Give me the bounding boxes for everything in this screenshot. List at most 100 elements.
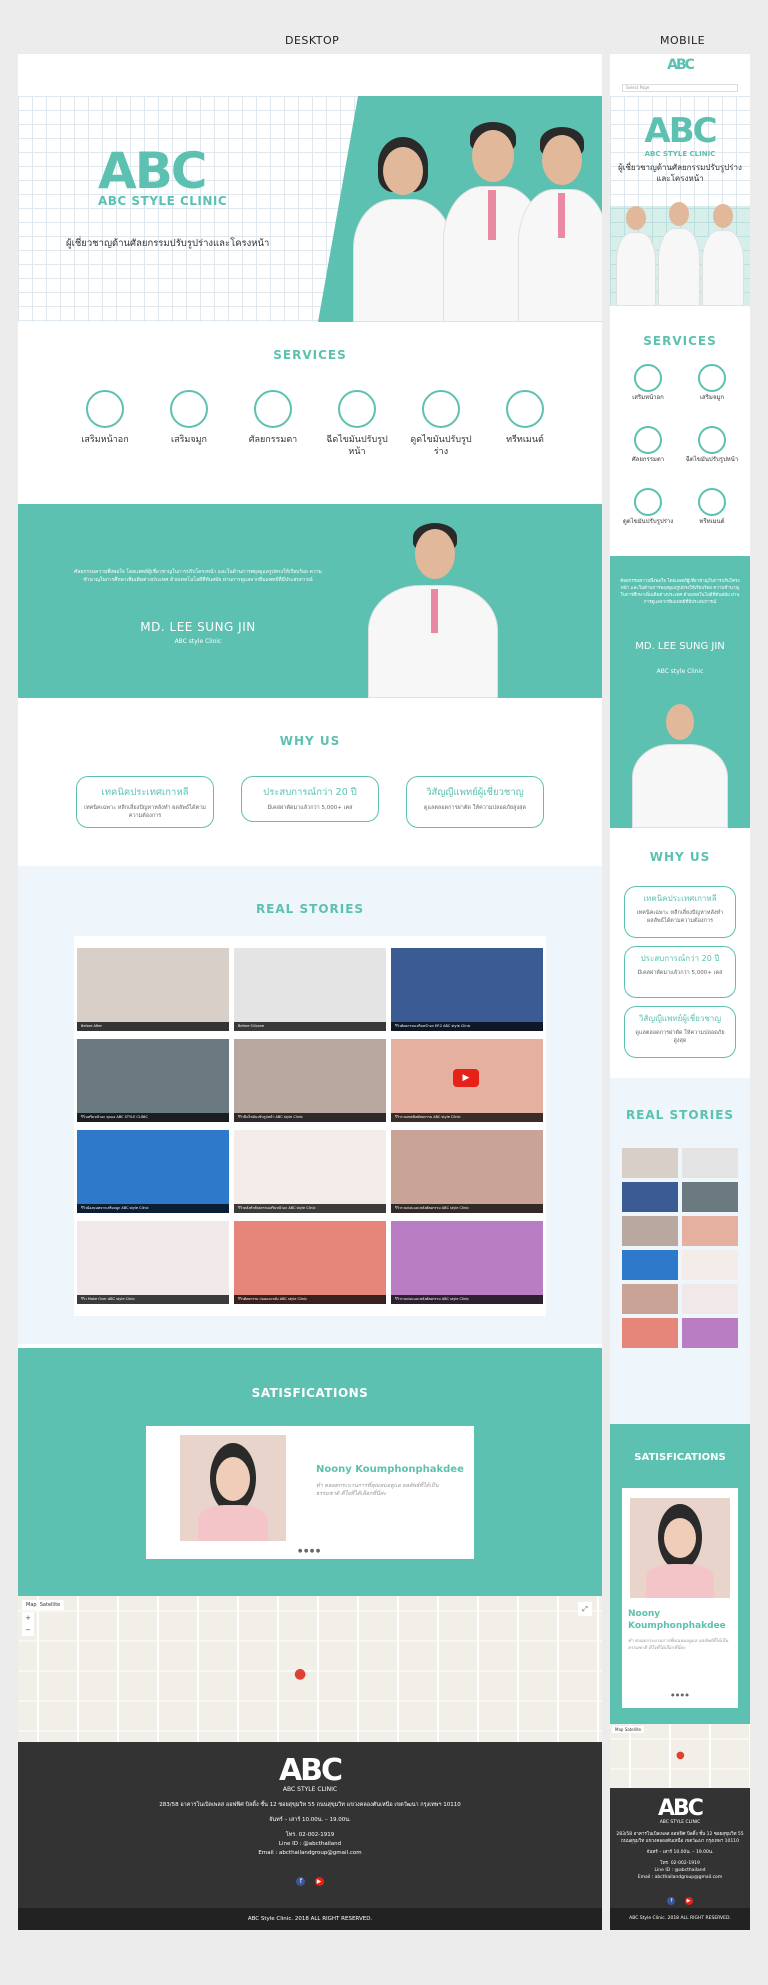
map-tabs[interactable]: Map Satellite [612,1726,645,1733]
testimonial-name: Noony Koumphonphakdee [316,1464,464,1475]
mobile-services-title: SERVICES [643,334,717,348]
footer-address: 283/58 อาคารโนเบิลเพลส ออฟฟิศ บิลดิ้ง ชั… [159,1802,461,1808]
story-video[interactable]: รีวิวศัลยกรรม ก่อนและหลัง ABC style Clin… [234,1221,386,1304]
hero-tagline: ผู้เชี่ยวชาญด้านศัลยกรรมปรับรูปร่างและโค… [66,238,270,249]
story-video[interactable] [622,1318,678,1348]
service-item-treatment[interactable]: ทรีทเมนต์ [684,488,740,526]
why-item-experience: ประสบการณ์กว่า 20 ปี มีเคสผ่าตัดมาแล้วกว… [241,776,379,822]
story-video[interactable]: รีวิวน้องนนทจากเสริมจมูก ABC style Clini… [77,1130,229,1213]
mobile-header-logo: ABC [667,57,695,73]
mobile-map-embed[interactable]: Map Satellite ● [610,1724,750,1788]
copyright: ABC Style Clinic. 2018 ALL RIGHT RESERVE… [18,1908,602,1930]
story-video[interactable] [682,1182,738,1212]
map-tabs[interactable]: Map Satellite [22,1600,65,1610]
story-video[interactable]: Before After [77,948,229,1031]
story-video[interactable] [682,1250,738,1280]
doctor-section: ศัลยกรรมความพึงพอใจ โดยแพทย์ผู้เชี่ยวชาญ… [18,504,602,698]
service-item-treatment[interactable]: ทรีทเมนต์ [490,390,560,470]
eye-icon [634,426,662,454]
breast-icon [634,364,662,392]
story-video[interactable]: รีวิวฉีดไขมันปรับรูปหน้า ABC style Clini… [234,1039,386,1122]
story-video[interactable] [682,1284,738,1314]
service-item-breast[interactable]: เสริมหน้าอก [70,390,140,470]
mobile-doctor-section: ศัลยกรรมความพึงพอใจ โดยแพทย์ผู้เชี่ยวชาญ… [610,556,750,828]
story-video[interactable]: รีวิว Make Over ABC style Clinic [77,1221,229,1304]
body-icon [422,390,460,428]
doctor-photo-woman [616,206,656,306]
services-title: SERVICES [273,348,347,362]
eye-icon [254,390,292,428]
nose-icon [698,364,726,392]
story-video[interactable]: รีวิวศัลยกรรมเสริมหน้าอก EP.2 ABC style … [391,948,543,1031]
desktop-label: DESKTOP [285,34,340,47]
service-item-liposuction[interactable]: ดูดไขมันปรับรูปร่าง [620,488,676,526]
treatment-icon [698,488,726,516]
mobile-satisfactions-section: SATISFICATIONS Noony Koumphonphakdee ทำ … [610,1424,750,1724]
story-video[interactable] [682,1318,738,1348]
map-tab: Map [26,1602,37,1608]
face-icon [338,390,376,428]
zoom-controls[interactable]: + − [22,1612,34,1636]
mobile-nav-select[interactable]: Select Page [622,84,738,92]
map-pin-icon: ● [294,1666,307,1682]
story-video[interactable]: รีวิวหลังทำศัลยกรรมเสริมหน้าอก ABC style… [234,1130,386,1213]
nose-icon [170,390,208,428]
mobile-why-title: WHY US [649,850,711,864]
service-item-liposuction[interactable]: ดูดไขมันปรับรูปร่าง [406,390,476,470]
map-pin-icon: ● [676,1750,685,1761]
facebook-icon[interactable]: f [667,1897,676,1905]
story-video[interactable] [622,1182,678,1212]
mobile-stories-section: REAL STORIES [610,1078,750,1424]
doctor-intro: ศัลยกรรมความพึงพอใจ โดยแพทย์ผู้เชี่ยวชาญ… [74,569,322,583]
carousel-dots[interactable]: ● ● ● ● [622,1692,738,1697]
story-video[interactable]: รีวิวรวมก่อนและหลังศัลยกรรม ABC style Cl… [391,1221,543,1304]
stories-section: REAL STORIES Before After Before Silicon… [18,866,602,1344]
satellite-tab: Satellite [39,1602,61,1608]
service-item-eye[interactable]: ศัลยกรรมตา [620,426,676,464]
story-video[interactable] [622,1148,678,1178]
hero-logo: ABC ABC STYLE CLINIC [98,142,228,208]
breast-icon [86,390,124,428]
testimonial-quote: ทำ ตลอดกระบวนการที่คุณหมอดูแล ผลลัพธ์ที่… [316,1483,439,1497]
hero-section: ABC ABC STYLE CLINIC ผู้เชี่ยวชาญด้านศัล… [18,96,602,322]
story-video[interactable] [682,1148,738,1178]
service-item-face-fat[interactable]: ฉีดไขมันปรับรูปหน้า [322,390,392,470]
desktop-preview: ABC ABC STYLE CLINIC ผู้เชี่ยวชาญด้านศัล… [18,54,602,1930]
story-video[interactable]: ▶ รีวิวรวมเทคนิคศัลยกรรม ABC style Clini… [391,1039,543,1122]
story-video[interactable] [622,1250,678,1280]
footer-logo-name: ABC STYLE CLINIC [282,1786,338,1793]
stories-title: REAL STORIES [255,902,365,916]
youtube-icon[interactable]: ▶ [314,1877,324,1886]
why-item-anesthesiologist: วิสัญญีแพทย์ผู้เชี่ยวชาญ ดูแลตลอดการผ่าต… [406,776,544,828]
service-item-eye[interactable]: ศัลยกรรมตา [238,390,308,470]
story-video[interactable] [622,1216,678,1246]
testimonial-photo [180,1435,286,1541]
map-embed[interactable]: Map Satellite ● ⤢ + − [18,1596,602,1742]
story-video[interactable] [682,1216,738,1246]
doctor-photo-man-center [658,202,700,306]
satisfactions-section: SATISFICATIONS Noony Koumphonphakdee ทำ … [18,1348,602,1596]
story-video[interactable]: Before Silicone [234,948,386,1031]
why-item-korean-technique: เทคนิคประเทศเกาหลี เทคนิคเฉพาะ หลีกเลี่ยง… [624,886,736,938]
facebook-icon[interactable]: f [296,1877,306,1886]
service-item-nose[interactable]: เสริมจมูก [154,390,224,470]
service-item-nose[interactable]: เสริมจมูก [684,364,740,402]
story-video[interactable] [622,1284,678,1314]
mobile-copyright: ABC Style Clinic. 2018 ALL RIGHT RESERVE… [610,1908,750,1930]
footer-line: Line ID : @abcthailand [278,1841,342,1847]
mobile-stories-grid [622,1148,738,1384]
mobile-hero: ABC ABC STYLE CLINIC ผู้เชี่ยวชาญด้านศัล… [610,96,750,306]
youtube-icon[interactable]: ▶ [684,1897,693,1905]
story-video[interactable]: รีวิวเสริมหน้าอก คุณเอ ABC STYLE CLINIC [77,1039,229,1122]
story-video[interactable]: รีวิวรวมก่อนและหลังศัลยกรรม ABC style Cl… [391,1130,543,1213]
service-item-face-fat[interactable]: ฉีดไขมันปรับรูปหน้า [684,426,740,464]
doctor-photo [630,704,730,828]
footer-tel: โทร. 02-002-1919 [285,1832,335,1838]
fullscreen-icon[interactable]: ⤢ [578,1602,592,1616]
footer-email: Email : abcthailandgroup@gmail.com [258,1850,362,1856]
service-item-breast[interactable]: เสริมหน้าอก [620,364,676,402]
mobile-label: MOBILE [660,34,706,47]
carousel-dots[interactable]: ● ● ● ● [298,1548,320,1554]
doctor-photo [363,523,503,698]
satisfactions-title: SATISFICATIONS [251,1386,369,1400]
